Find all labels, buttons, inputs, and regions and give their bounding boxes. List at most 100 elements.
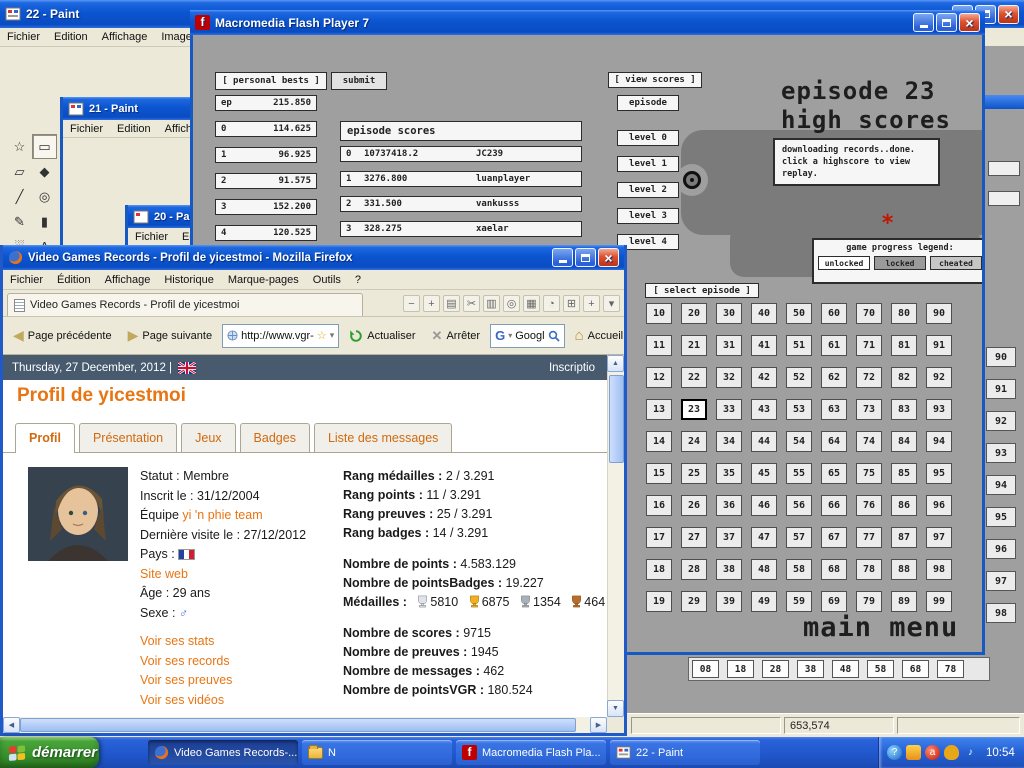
episode-grid-cell[interactable]: 73: [856, 399, 882, 420]
profile-link[interactable]: Voir ses records: [140, 652, 338, 672]
menu-item[interactable]: Outils: [306, 271, 348, 289]
view-score-button[interactable]: level 3: [617, 208, 679, 224]
browser-tab[interactable]: Video Games Records - Profil de yicestmo…: [7, 293, 363, 316]
episode-grid-cell[interactable]: 77: [856, 527, 882, 548]
episode-grid-cell[interactable]: 98: [926, 559, 952, 580]
episode-grid-cell[interactable]: 46: [751, 495, 777, 516]
episode-grid-cell[interactable]: 67: [821, 527, 847, 548]
episode-grid-cell[interactable]: 26: [681, 495, 707, 516]
team-link[interactable]: yi 'n phie team: [182, 508, 262, 522]
episode-grid-cell[interactable]: 51: [786, 335, 812, 356]
episode-grid-cell[interactable]: 55: [786, 463, 812, 484]
episode-grid-cell[interactable]: 44: [751, 431, 777, 452]
close-icon[interactable]: ×: [959, 13, 980, 32]
episode-grid-cell[interactable]: 45: [751, 463, 777, 484]
episode-grid-cell[interactable]: 61: [821, 335, 847, 356]
ff-toolbar-icon[interactable]: ⊞: [563, 295, 580, 312]
security-tray-icon[interactable]: ?: [887, 745, 902, 760]
profile-tab[interactable]: Profil: [15, 423, 75, 453]
ff-toolbar-icon[interactable]: ◔: [543, 295, 560, 312]
maximize-button[interactable]: [936, 13, 957, 32]
highscore-row[interactable]: 2 331.500 vankusss: [340, 196, 582, 212]
episode-grid-cell[interactable]: 79: [856, 591, 882, 612]
episode-grid-cell[interactable]: 39: [716, 591, 742, 612]
forward-button[interactable]: ▶ Page suivante: [122, 323, 219, 348]
close-icon[interactable]: ×: [998, 4, 1019, 24]
episode-grid-cell[interactable]: 54: [786, 431, 812, 452]
highscore-row[interactable]: 0 10737418.2 JC239: [340, 146, 582, 162]
vertical-scrollbar[interactable]: ▲ ▼: [607, 355, 624, 717]
close-icon[interactable]: ×: [598, 248, 619, 267]
menu-item[interactable]: Fichier: [63, 120, 110, 137]
url-dropdown-icon[interactable]: ▾: [330, 330, 335, 341]
highscore-row[interactable]: 1 3276.800 luanplayer: [340, 171, 582, 187]
scroll-up-icon[interactable]: ▲: [607, 355, 624, 372]
ff-toolbar-icon[interactable]: ▥: [483, 295, 500, 312]
episode-grid-cell[interactable]: 63: [821, 399, 847, 420]
menu-item[interactable]: ?: [348, 271, 368, 289]
episode-grid-cell[interactable]: 64: [821, 431, 847, 452]
view-score-button[interactable]: level 0: [617, 130, 679, 146]
episode-grid-cell[interactable]: 31: [716, 335, 742, 356]
episode-grid-cell[interactable]: 99: [926, 591, 952, 612]
profile-tab[interactable]: Jeux: [181, 423, 236, 452]
episode-grid-cell[interactable]: 41: [751, 335, 777, 356]
task-flash-player[interactable]: f Macromedia Flash Pla...: [456, 740, 606, 765]
menu-item[interactable]: Edit: [175, 228, 190, 245]
episode-grid-cell[interactable]: 23: [681, 399, 707, 420]
task-firefox[interactable]: Video Games Records-...: [148, 740, 298, 765]
episode-grid-cell[interactable]: 22: [681, 367, 707, 388]
back-button[interactable]: ◀ Page précédente: [7, 323, 118, 348]
bookmark-star-icon[interactable]: ☆: [317, 329, 327, 342]
episode-grid-cell[interactable]: 94: [926, 431, 952, 452]
episode-grid-cell[interactable]: 96: [926, 495, 952, 516]
episode-grid-cell[interactable]: 33: [716, 399, 742, 420]
task-folder-n[interactable]: N: [302, 740, 452, 765]
episode-grid-cell[interactable]: 43: [751, 399, 777, 420]
episode-grid-cell[interactable]: 52: [786, 367, 812, 388]
episode-grid-cell[interactable]: 11: [646, 335, 672, 356]
paint-tool-icon[interactable]: ╱: [7, 184, 32, 209]
episode-grid-cell[interactable]: 12: [646, 367, 672, 388]
refresh-button[interactable]: Actualiser: [343, 325, 421, 347]
episode-grid-cell[interactable]: 70: [856, 303, 882, 324]
site-web-link[interactable]: Site web: [140, 567, 188, 581]
episode-grid-cell[interactable]: 62: [821, 367, 847, 388]
menu-item[interactable]: Afficha: [158, 120, 190, 137]
episode-grid-cell[interactable]: 13: [646, 399, 672, 420]
paint-tool-icon[interactable]: ▮: [32, 209, 57, 234]
episode-grid-cell[interactable]: 27: [681, 527, 707, 548]
profile-link[interactable]: Voir ses stats: [140, 632, 338, 652]
paint-tool-icon[interactable]: ◆: [32, 159, 57, 184]
episode-grid-cell[interactable]: 91: [926, 335, 952, 356]
highscore-row[interactable]: 3 328.275 xaelar: [340, 221, 582, 237]
episode-grid-cell[interactable]: 30: [716, 303, 742, 324]
maximize-button[interactable]: [575, 248, 596, 267]
episode-grid-cell[interactable]: 53: [786, 399, 812, 420]
episode-grid-cell[interactable]: 36: [716, 495, 742, 516]
episode-grid-cell[interactable]: 15: [646, 463, 672, 484]
episode-grid-cell[interactable]: 29: [681, 591, 707, 612]
paint-tool-icon[interactable]: ▭: [32, 134, 57, 159]
episode-grid-cell[interactable]: 25: [681, 463, 707, 484]
horizontal-scrollbar[interactable]: ◀ ▶: [3, 717, 624, 733]
ff-toolbar-icon[interactable]: ▾: [603, 295, 620, 312]
scroll-left-icon[interactable]: ◀: [3, 717, 20, 733]
scrollbar-thumb[interactable]: [20, 718, 576, 732]
episode-grid-cell[interactable]: 28: [681, 559, 707, 580]
episode-grid-cell[interactable]: 80: [891, 303, 917, 324]
ff-toolbar-icon[interactable]: ✂: [463, 295, 480, 312]
episode-grid-cell[interactable]: 16: [646, 495, 672, 516]
episode-grid-cell[interactable]: 19: [646, 591, 672, 612]
menu-item[interactable]: Affichage: [95, 28, 155, 46]
episode-grid-cell[interactable]: 10: [646, 303, 672, 324]
episode-grid-cell[interactable]: 85: [891, 463, 917, 484]
home-button[interactable]: ⌂ Accueil: [569, 323, 630, 348]
episode-grid-cell[interactable]: 81: [891, 335, 917, 356]
paint-tool-icon[interactable]: ◎: [32, 184, 57, 209]
url-text[interactable]: http://www.vgr-: [241, 330, 314, 342]
volume-icon[interactable]: ♪: [963, 745, 978, 760]
episode-grid-cell[interactable]: 58: [786, 559, 812, 580]
menu-item[interactable]: Historique: [157, 271, 221, 289]
antivirus-tray-icon[interactable]: a: [925, 745, 940, 760]
